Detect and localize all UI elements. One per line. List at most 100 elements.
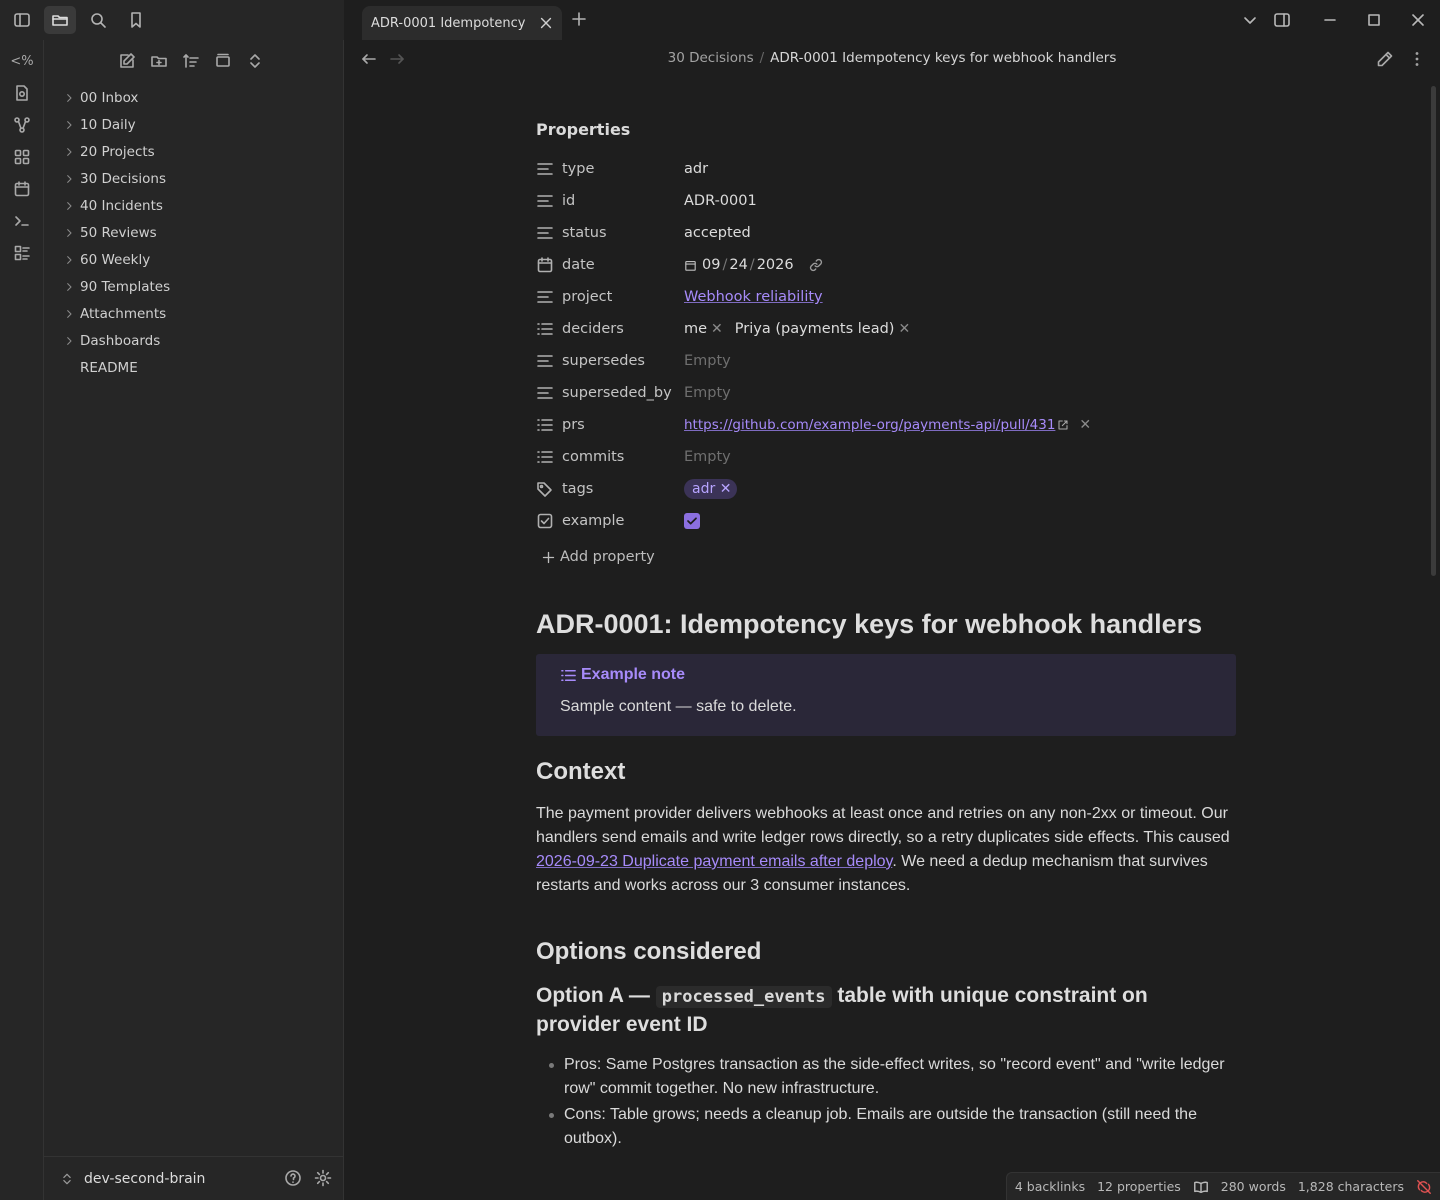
edit-pencil-icon[interactable] [1376, 50, 1394, 68]
folder-item[interactable]: 30 Decisions [58, 165, 332, 192]
property-key[interactable]: date [562, 257, 595, 273]
maximize-icon[interactable] [1352, 0, 1396, 40]
decider-chip[interactable]: me ✕ [684, 321, 723, 337]
search-icon[interactable] [82, 6, 114, 34]
property-key[interactable]: supersedes [562, 353, 645, 369]
collapse-all-icon[interactable] [240, 50, 270, 72]
remove-chip-icon[interactable]: ✕ [898, 321, 910, 337]
breadcrumb-parent[interactable]: 30 Decisions [668, 50, 754, 66]
breadcrumb: 30 Decisions / ADR-0001 Idempotency keys f… [344, 50, 1440, 66]
list-property-icon [536, 448, 562, 466]
date-picker-icon[interactable] [684, 259, 697, 272]
tag-chip[interactable]: adr ✕ [684, 479, 738, 499]
new-note-icon[interactable] [112, 50, 142, 72]
property-key[interactable]: id [562, 193, 575, 209]
more-options-icon[interactable] [1408, 50, 1426, 68]
reading-view-icon[interactable] [1193, 1179, 1209, 1195]
terminal-icon[interactable] [0, 205, 44, 237]
property-value[interactable]: Empty [684, 353, 731, 369]
property-key[interactable]: type [562, 161, 594, 177]
properties-count[interactable]: 12 properties [1097, 1179, 1181, 1194]
toggle-sidebar-icon[interactable] [6, 6, 38, 34]
property-project: project Webhook reliability [536, 281, 1236, 313]
date-input[interactable]: 09/24/2026 [684, 257, 824, 273]
property-value[interactable]: adr [684, 161, 708, 177]
project-link[interactable]: Webhook reliability [684, 289, 823, 305]
close-tab-icon[interactable] [538, 15, 554, 31]
toggle-right-sidebar-icon[interactable] [1272, 0, 1292, 40]
settings-gear-icon[interactable] [314, 1169, 332, 1187]
property-key[interactable]: prs [562, 417, 585, 433]
property-value[interactable]: accepted [684, 225, 751, 241]
property-commits: commits Empty [536, 441, 1236, 473]
add-property-label: Add property [560, 549, 655, 565]
calendar-property-icon [536, 256, 562, 274]
link-icon[interactable] [808, 257, 824, 273]
property-key[interactable]: status [562, 225, 607, 241]
folder-item[interactable]: 40 Incidents [58, 192, 332, 219]
property-value[interactable]: Empty [684, 385, 731, 401]
scrollbar[interactable] [1431, 86, 1436, 576]
backlinks-count[interactable]: 4 backlinks [1015, 1179, 1085, 1194]
sort-icon[interactable] [176, 50, 206, 72]
new-tab-icon[interactable] [570, 10, 588, 28]
tab-active[interactable]: ADR-0001 Idempotency ... [362, 6, 562, 40]
templater-icon[interactable]: <% [0, 45, 44, 77]
property-deciders: deciders me ✕ Priya (payments lead) ✕ [536, 313, 1236, 345]
vault-switcher[interactable]: dev-second-brain [60, 1171, 205, 1187]
text-property-icon [536, 352, 562, 370]
example-checkbox[interactable] [684, 513, 700, 529]
property-key[interactable]: commits [562, 449, 624, 465]
folder-item[interactable]: 90 Templates [58, 273, 332, 300]
pr-link[interactable]: https://github.com/example-org/payments-… [684, 417, 1055, 433]
folder-item[interactable]: 60 Weekly [58, 246, 332, 273]
canvas-icon[interactable] [0, 141, 44, 173]
chevron-right-icon [58, 308, 80, 320]
auto-reveal-icon[interactable] [208, 50, 238, 72]
list-property-icon [536, 416, 562, 434]
graph-view-icon[interactable] [0, 109, 44, 141]
decider-chip[interactable]: Priya (payments lead) ✕ [735, 321, 910, 337]
dashboard-icon[interactable] [0, 237, 44, 269]
property-value[interactable]: Empty [684, 449, 731, 465]
property-value[interactable]: ADR-0001 [684, 193, 757, 209]
close-window-icon[interactable] [1396, 0, 1440, 40]
folder-item[interactable]: Dashboards [58, 327, 332, 354]
calendar-icon[interactable] [0, 173, 44, 205]
find-file-icon[interactable] [0, 77, 44, 109]
folder-item[interactable]: 00 Inbox [58, 84, 332, 111]
tag-label: adr [692, 481, 716, 497]
help-icon[interactable] [284, 1169, 302, 1187]
property-key[interactable]: tags [562, 481, 593, 497]
text-property-icon [536, 160, 562, 178]
incident-link[interactable]: 2026-09-23 Duplicate payment emails afte… [536, 853, 892, 870]
callout-title[interactable]: Example note [560, 666, 1212, 684]
minimize-icon[interactable] [1308, 0, 1352, 40]
folder-item[interactable]: 20 Projects [58, 138, 332, 165]
tree-item-label: 90 Templates [80, 278, 171, 295]
breadcrumb-current[interactable]: ADR-0001 Idempotency keys for webhook ha… [770, 50, 1116, 66]
add-property-button[interactable]: Add property [536, 543, 1236, 571]
property-key[interactable]: deciders [562, 321, 624, 337]
list-item: Pros: Same Postgres transaction as the s… [536, 1053, 1236, 1101]
property-key[interactable]: project [562, 289, 612, 305]
sync-off-icon[interactable] [1416, 1179, 1432, 1195]
property-key[interactable]: superseded_by [562, 385, 672, 401]
tab-list-chevron-icon[interactable] [1228, 0, 1272, 40]
new-folder-icon[interactable] [144, 50, 174, 72]
editor-pane: 30 Decisions / ADR-0001 Idempotency keys f… [344, 40, 1440, 1200]
date-day[interactable]: 24 [729, 257, 747, 273]
remove-chip-icon[interactable]: ✕ [711, 321, 723, 337]
date-month[interactable]: 09 [702, 257, 720, 273]
date-year[interactable]: 2026 [757, 257, 794, 273]
property-key[interactable]: example [562, 513, 624, 529]
bookmark-icon[interactable] [120, 6, 152, 34]
remove-pr-icon[interactable]: ✕ [1075, 417, 1091, 433]
folder-item[interactable]: Attachments [58, 300, 332, 327]
file-item[interactable]: README [58, 354, 332, 381]
folder-item[interactable]: 50 Reviews [58, 219, 332, 246]
tree-item-label: README [80, 359, 138, 376]
files-icon[interactable] [44, 6, 76, 34]
remove-tag-icon[interactable]: ✕ [720, 481, 732, 497]
folder-item[interactable]: 10 Daily [58, 111, 332, 138]
